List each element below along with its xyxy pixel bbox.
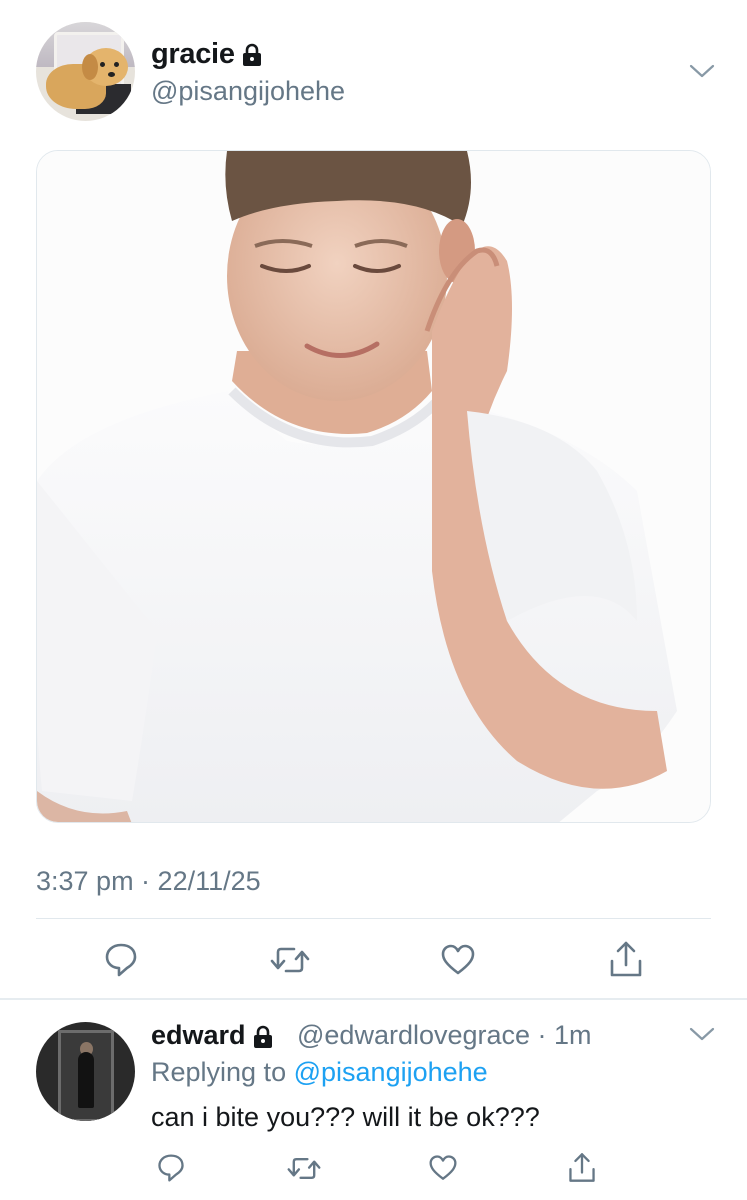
reply-author-name-text[interactable]: edward — [151, 1020, 246, 1050]
retweet-button[interactable] — [287, 1153, 321, 1183]
reply-icon — [105, 943, 137, 977]
share-icon — [569, 1152, 595, 1182]
like-button[interactable] — [439, 942, 477, 978]
retweet-button[interactable] — [270, 942, 310, 978]
tweet-header: gracie @pisangijohehe — [0, 0, 747, 140]
share-button[interactable] — [566, 1150, 598, 1184]
retweet-icon — [287, 1157, 321, 1179]
tweet-timestamp[interactable]: 3:37 pm · 22/11/25 — [36, 866, 261, 897]
divider — [36, 918, 711, 919]
reply-button[interactable] — [103, 940, 139, 980]
lock-icon — [242, 44, 261, 67]
share-icon — [610, 941, 642, 977]
reply-handle-and-time[interactable]: @edwardlovegrace · 1m — [297, 1020, 592, 1051]
reply-body: can i bite you??? will it be ok??? — [151, 1102, 540, 1132]
author-avatar[interactable] — [36, 22, 135, 121]
reply-actions — [0, 1150, 747, 1186]
reply-author-display-name[interactable]: edward — [151, 1020, 274, 1051]
author-handle[interactable]: @pisangijohehe — [151, 76, 345, 107]
reply-icon — [158, 1154, 184, 1182]
like-icon — [429, 1155, 457, 1180]
reply-button[interactable] — [156, 1152, 186, 1184]
chevron-down-icon[interactable] — [688, 62, 716, 80]
lock-icon — [253, 1025, 272, 1048]
chevron-down-icon[interactable] — [688, 1025, 716, 1043]
retweet-icon — [270, 947, 310, 973]
replying-to-label: Replying to — [151, 1057, 287, 1087]
reply-author-avatar[interactable] — [36, 1022, 135, 1121]
photo-young-man — [37, 151, 710, 822]
replying-to-line: Replying to @pisangijohehe — [151, 1057, 488, 1088]
share-button[interactable] — [607, 938, 645, 980]
replying-to-mention[interactable]: @pisangijohehe — [294, 1057, 488, 1087]
like-icon — [441, 944, 475, 975]
tweet-photo[interactable] — [36, 150, 711, 823]
like-button[interactable] — [427, 1153, 459, 1183]
author-display-name[interactable]: gracie — [151, 38, 263, 71]
tweet-actions — [0, 938, 747, 982]
author-name-text[interactable]: gracie — [151, 38, 235, 70]
reply-tweet[interactable]: edward @edwardlovegrace · 1m Replying to… — [0, 1000, 747, 1200]
